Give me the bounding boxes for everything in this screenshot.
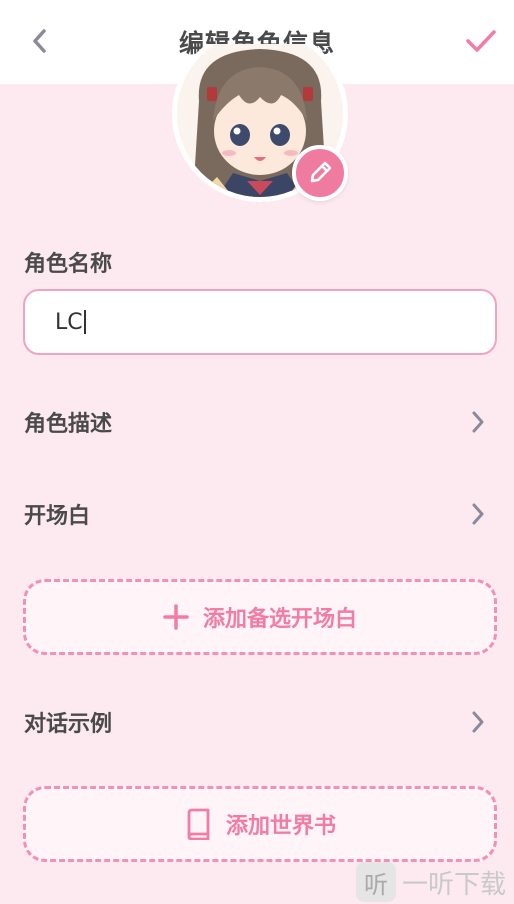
character-description-label: 角色描述 (24, 412, 113, 437)
watermark-text: 一听下载 (402, 869, 507, 900)
text-caret (83, 310, 86, 334)
add-alternate-greeting-label: 添加备选开场白 (202, 607, 357, 632)
opening-line-label: 开场白 (24, 504, 91, 529)
watermark: 听 一听下载 (356, 860, 506, 904)
add-alternate-greeting-button[interactable]: 添加备选开场白 (23, 579, 497, 655)
chevron-right-icon (466, 710, 490, 734)
chevron-right-icon (466, 410, 490, 434)
check-icon (466, 30, 496, 52)
add-world-book-label: 添加世界书 (225, 814, 336, 839)
character-name-value: LC (55, 309, 83, 335)
row-opening-line[interactable]: 开场白 (0, 486, 514, 542)
character-name-input[interactable]: LC (23, 289, 497, 355)
pencil-icon (310, 161, 332, 183)
edit-avatar-button[interactable] (292, 145, 348, 201)
back-button[interactable] (22, 24, 56, 58)
row-dialogue-examples[interactable]: 对话示例 (0, 694, 514, 750)
add-world-book-button[interactable]: 添加世界书 (23, 786, 497, 862)
character-name-label: 角色名称 (24, 252, 113, 277)
watermark-logo: 听 (356, 862, 396, 902)
chevron-right-icon (466, 502, 490, 526)
row-character-description[interactable]: 角色描述 (0, 394, 514, 450)
chevron-left-icon (33, 29, 46, 53)
confirm-button[interactable] (462, 22, 500, 60)
book-icon (184, 808, 212, 840)
dialogue-examples-label: 对话示例 (24, 712, 113, 737)
plus-icon (163, 604, 189, 630)
